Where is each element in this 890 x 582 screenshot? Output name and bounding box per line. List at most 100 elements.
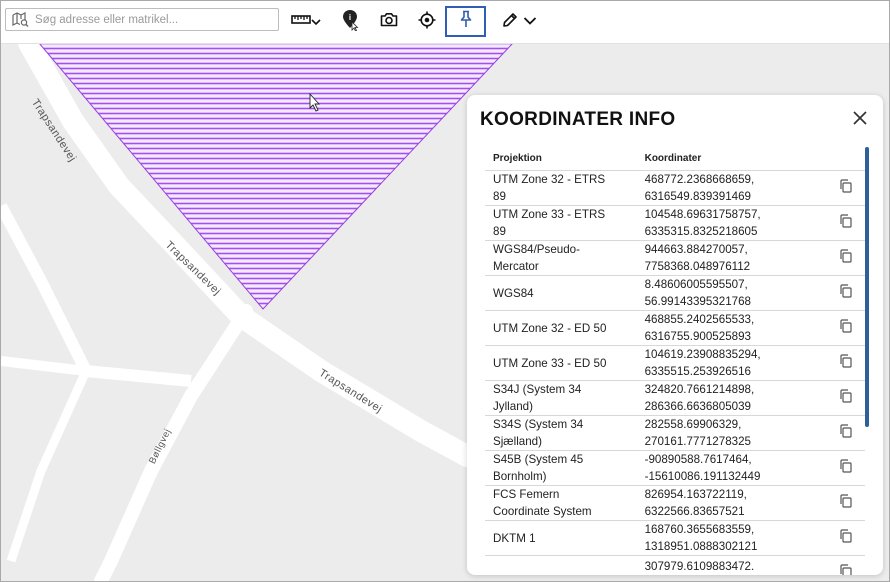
copy-button[interactable] (826, 240, 865, 276)
coordinate-value: 56.99143395321768 (644, 295, 751, 308)
copy-button[interactable] (826, 170, 865, 206)
copy-icon (840, 248, 852, 263)
copy-button[interactable] (826, 345, 865, 381)
projection-name: WGS84/Pseudo- (493, 243, 580, 256)
measure-tool-button[interactable] (289, 7, 323, 37)
table-row: UTM Zone 33 - ED 50 104619.23908835294, 6… (485, 345, 865, 381)
copy-button[interactable] (826, 450, 865, 486)
coordinate-value: 104548.69631758757, (644, 208, 761, 221)
search-input[interactable] (31, 13, 265, 26)
projection-name: Mercator (493, 260, 539, 273)
pencil-icon (501, 11, 519, 34)
coordinate-value: -15610086.191132449 (644, 470, 761, 483)
coordinate-cell: 104619.23908835294, 6335515.253926516 (636, 345, 827, 381)
copy-button[interactable] (826, 485, 865, 521)
projection-name: S34J (System 34 (493, 383, 582, 396)
table-row: S34S (System 34 Sjælland) 282558.69906329… (485, 415, 865, 451)
projection-name: 89 (493, 225, 506, 238)
projection-name: S34S (System 34 (493, 418, 584, 431)
projection-cell: UTM Zone 32 - ED 50 (485, 310, 637, 346)
coordinate-cell: 8.48606005595507, 56.99143395321768 (636, 275, 827, 311)
copy-icon (840, 178, 852, 193)
coordinate-cell: 307979.6109883472. (636, 555, 827, 575)
coordinate-value: 1318951.0888302121 (644, 540, 758, 553)
chevron-down-icon (311, 13, 321, 31)
coordinate-value: 282558.69906329, (644, 418, 742, 431)
projection-cell: WGS84/Pseudo- Mercator (485, 240, 637, 276)
coordinate-value: 168760.3655683559, (644, 523, 755, 536)
panel-title: KOORDINATER INFO (480, 109, 676, 130)
coordinate-value: 826954.163722119, (644, 488, 747, 501)
coordinate-value: 324820.7661214898, (644, 383, 755, 396)
projection-cell: UTM Zone 33 - ED 50 (485, 345, 637, 381)
projection-cell: WGS84 (485, 275, 637, 311)
coordinate-cell: 944663.884270057, 7758368.048976112 (636, 240, 827, 276)
coordinate-value: 6335515.253926516 (644, 365, 751, 378)
projection-name: 89 (493, 190, 506, 203)
table-row: S45B (System 45 Bornholm) -90890588.76174… (485, 450, 865, 486)
map-pin-info-icon: i (341, 9, 359, 36)
coordinate-value: 104619.23908835294, (644, 348, 761, 361)
pin-icon (459, 10, 473, 33)
projection-cell: DKTM 1 (485, 520, 637, 556)
projection-name: UTM Zone 33 - ETRS (493, 208, 606, 221)
coordinate-value: 6335315.8325218605 (644, 225, 758, 238)
screenshot-button[interactable] (375, 7, 403, 37)
table-row: WGS84 8.48606005595507, 56.99143395321768 (485, 275, 865, 311)
copy-button[interactable] (826, 520, 865, 556)
coordinate-cell: 468772.2368668659, 6316549.839391469 (636, 170, 827, 206)
coordinate-value: 6322566.83657521 (644, 505, 745, 518)
map-search-icon (9, 9, 31, 31)
projection-cell: S45B (System 45 Bornholm) (485, 450, 637, 486)
coordinate-cell: 324820.7661214898, 286366.6636805039 (636, 380, 827, 416)
projection-name: WGS84 (493, 286, 534, 300)
coordinate-cell: 104548.69631758757, 6335315.8325218605 (636, 205, 827, 241)
coordinate-info-panel: KOORDINATER INFO Projektion Koordinater … (467, 95, 883, 575)
copy-icon (840, 458, 852, 473)
copy-button[interactable] (826, 555, 865, 575)
coordinate-pin-button[interactable] (445, 6, 486, 37)
chevron-down-icon (523, 13, 537, 31)
coordinate-value: 6316755.900525893 (644, 330, 751, 343)
column-header-coordinates: Koordinater (636, 147, 827, 171)
toolbar: i (1, 1, 889, 44)
close-button[interactable] (851, 109, 869, 127)
coordinate-value: -90890588.7617464, (644, 453, 752, 466)
coordinate-value: 468855.2402565533, (644, 313, 755, 326)
table-row: UTM Zone 32 - ETRS 89 468772.2368668659, 6… (485, 170, 865, 206)
table-header-row: Projektion Koordinater (485, 147, 865, 171)
coordinate-value: 468772.2368668659, (644, 173, 755, 186)
copy-button[interactable] (826, 380, 865, 416)
info-pin-button[interactable]: i (337, 7, 363, 37)
table-scrollbar[interactable] (865, 147, 869, 427)
coordinate-value: 307979.6109883472. (644, 560, 755, 573)
copy-button[interactable] (826, 275, 865, 311)
projection-name: FCS Femern (493, 488, 560, 501)
coordinate-value: 944663.884270057, (644, 243, 748, 256)
app-frame: Trapsandevej Trapsandevej Trapsandevej B… (0, 0, 890, 582)
projection-cell: FCS Femern Coordinate System (485, 485, 637, 521)
table-row: WGS84/Pseudo- Mercator 944663.884270057, 7… (485, 240, 865, 276)
coordinate-cell: 826954.163722119, 6322566.83657521 (636, 485, 827, 521)
copy-button[interactable] (826, 310, 865, 346)
projection-cell: UTM Zone 32 - ETRS 89 (485, 170, 637, 206)
column-header-copy (826, 147, 865, 171)
search-box[interactable] (5, 8, 279, 31)
draw-tool-button[interactable] (498, 7, 540, 37)
locate-button[interactable] (413, 7, 441, 37)
copy-button[interactable] (826, 415, 865, 451)
copy-icon (840, 493, 852, 508)
copy-button[interactable] (826, 205, 865, 241)
copy-icon (840, 353, 852, 368)
table-row: S34J (System 34 Jylland) 324820.766121489… (485, 380, 865, 416)
copy-icon (840, 318, 852, 333)
projection-name: Sjælland) (493, 435, 542, 448)
close-icon (853, 111, 867, 125)
coordinate-value: 8.48606005595507, (644, 278, 748, 291)
table-row: 307979.6109883472. (485, 555, 865, 575)
coordinate-value: 270161.7771278325 (644, 435, 751, 448)
projection-name: Bornholm) (493, 470, 547, 483)
coordinate-cell: 468855.2402565533, 6316755.900525893 (636, 310, 827, 346)
projection-name: UTM Zone 32 - ED 50 (493, 321, 607, 335)
coordinate-table-wrapper[interactable]: Projektion Koordinater UTM Zone 32 - ETR… (485, 147, 871, 575)
